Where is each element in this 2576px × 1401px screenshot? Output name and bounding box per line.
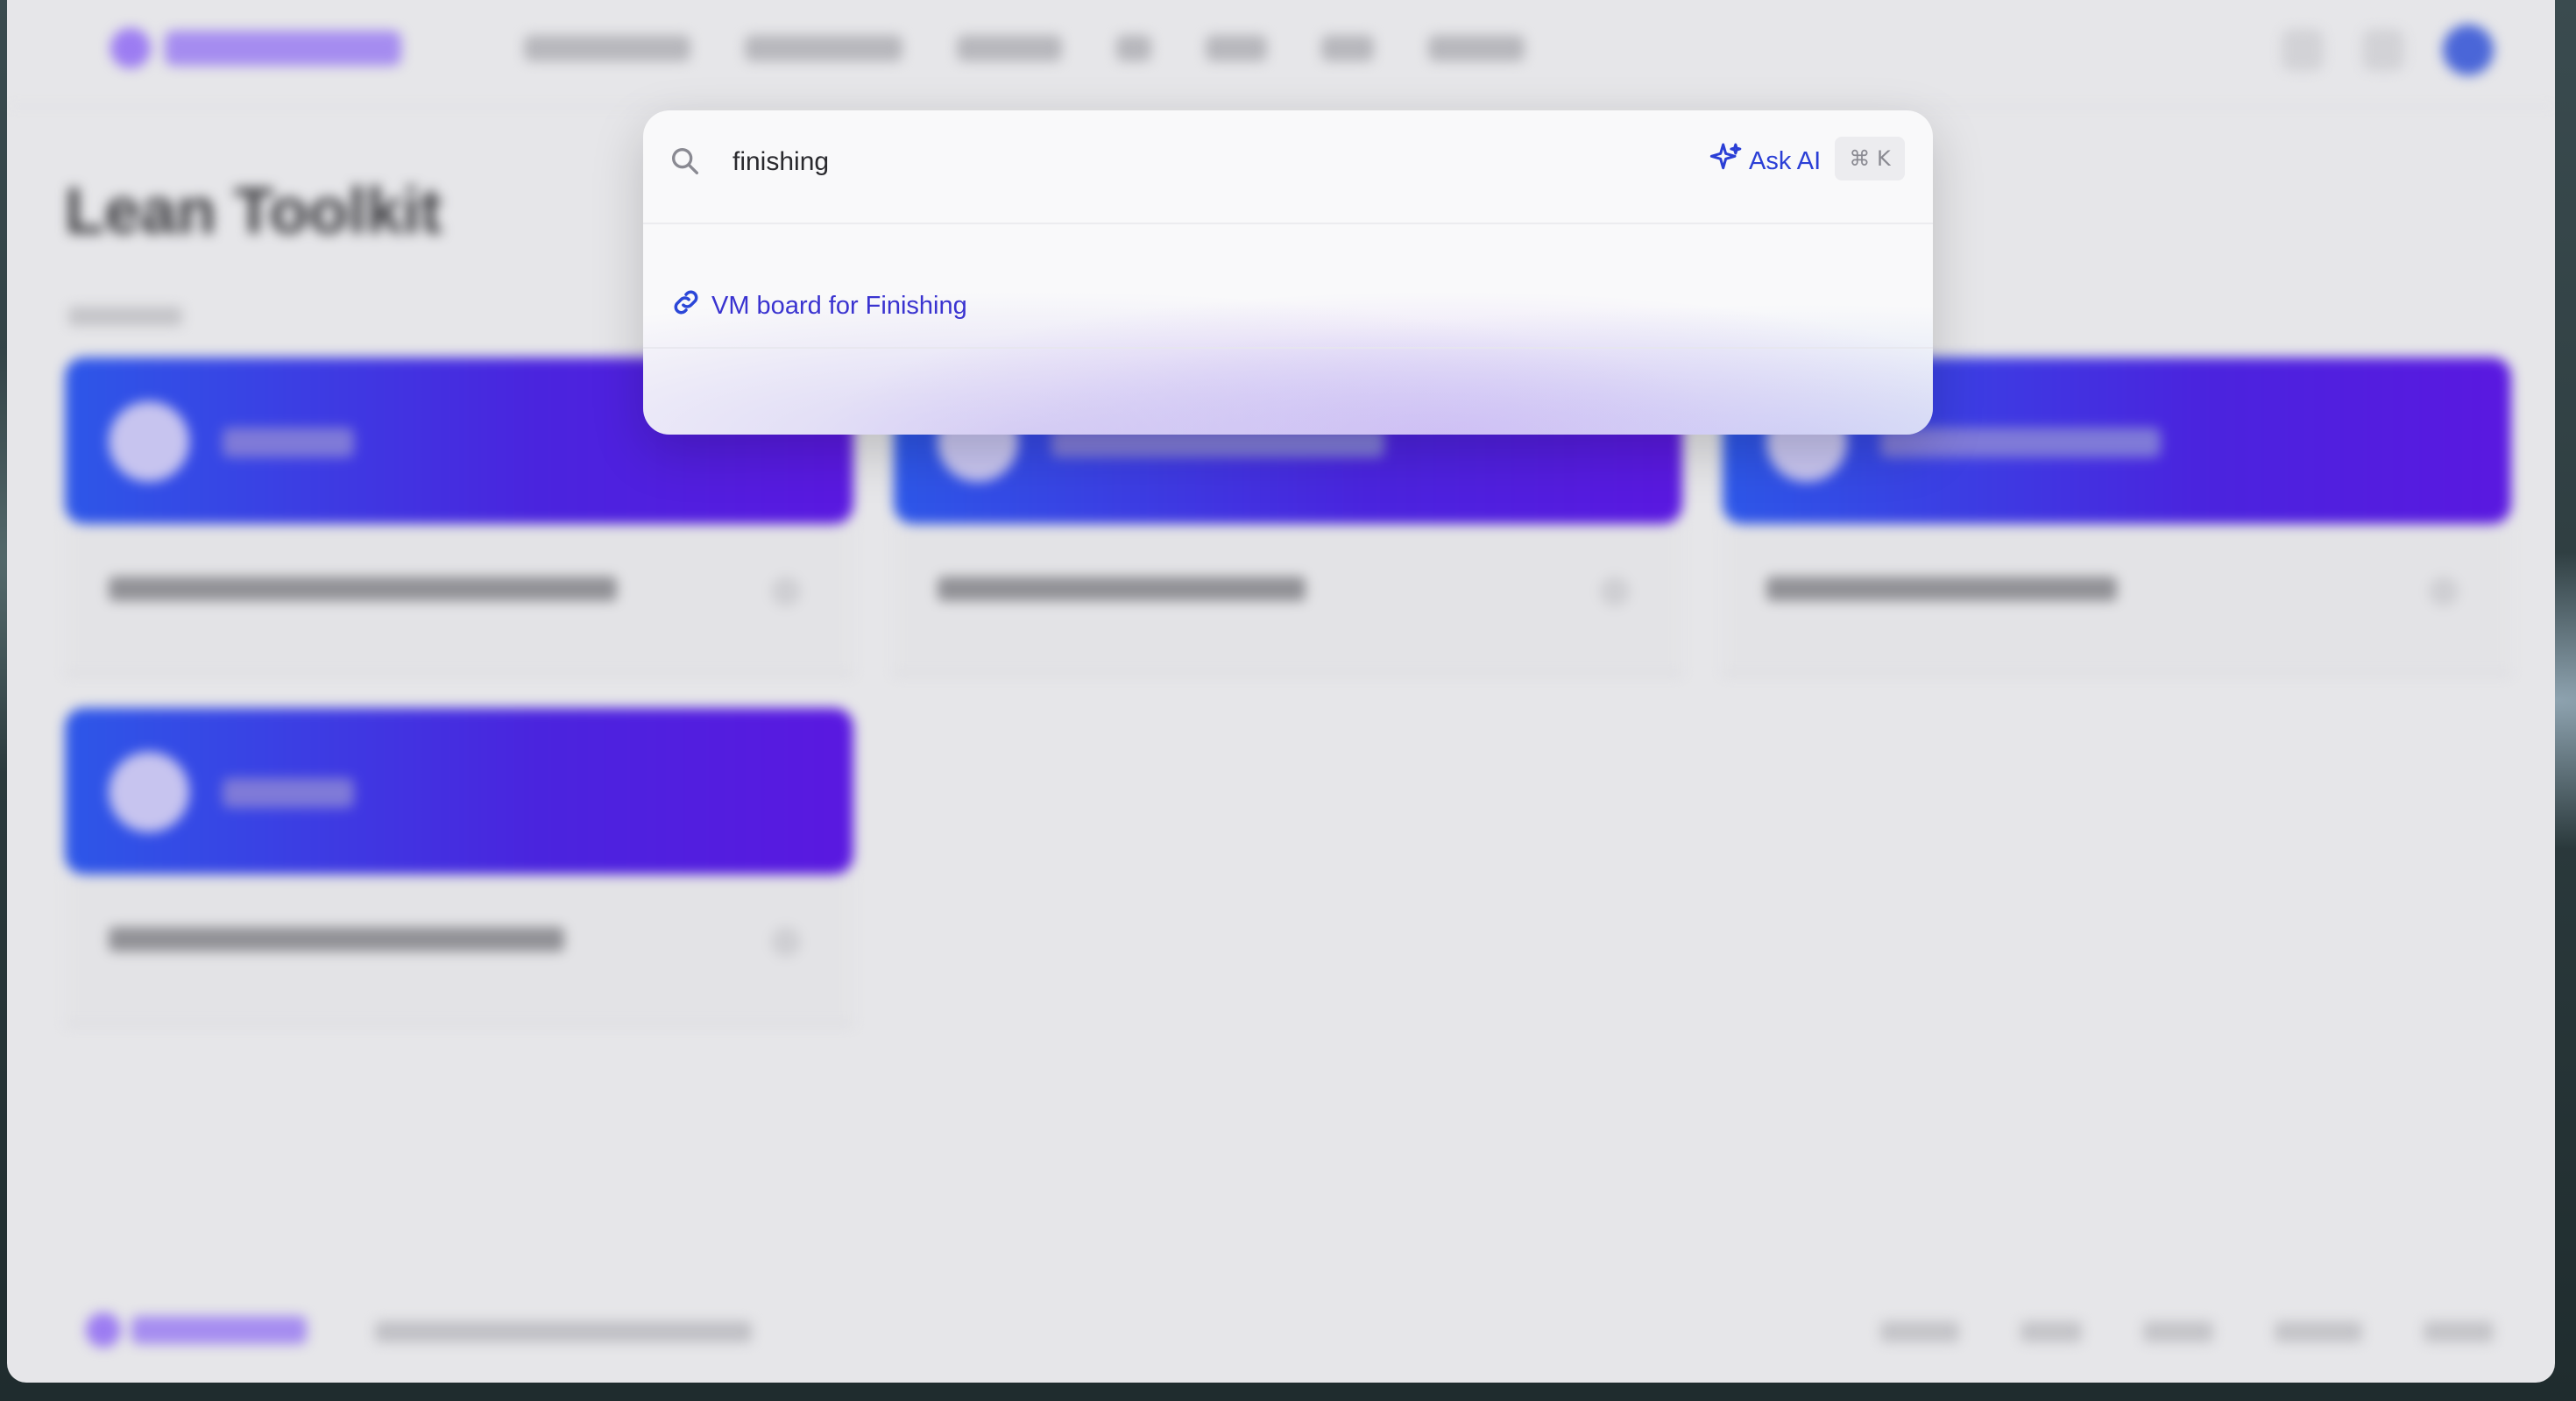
card-icon	[109, 401, 189, 482]
keyboard-shortcut-badge: ⌘ K	[1835, 137, 1905, 180]
footer-link	[2424, 1321, 2494, 1342]
palette-glow	[643, 251, 1933, 435]
brand-logo	[110, 28, 401, 68]
section-label	[68, 307, 182, 326]
chevron-right-icon	[771, 927, 801, 957]
footer-links	[1880, 1321, 2494, 1342]
divider	[643, 347, 1933, 349]
footer-copyright	[375, 1321, 752, 1342]
ask-ai-button[interactable]: Ask AI	[1709, 140, 1821, 182]
search-result-label: VM board for Finishing	[711, 291, 967, 320]
search-row: Ask AI ⌘ K	[643, 110, 1933, 224]
settings-icon	[2362, 29, 2404, 71]
tool-card	[65, 708, 853, 1026]
footer-link	[2143, 1321, 2213, 1342]
link-icon	[669, 286, 703, 326]
nav-item	[1321, 35, 1374, 61]
header-actions	[2282, 25, 2494, 75]
sparkle-icon	[1709, 140, 1744, 182]
nav-item	[524, 35, 690, 61]
search-result-item[interactable]: VM board for Finishing	[669, 286, 967, 326]
footer-link	[2275, 1321, 2362, 1342]
footer	[7, 1297, 2555, 1367]
nav-item	[1428, 35, 1525, 61]
search-input[interactable]	[732, 140, 1609, 184]
ask-ai-label: Ask AI	[1749, 146, 1822, 175]
avatar	[2443, 25, 2494, 75]
page-title: Lean Toolkit	[65, 174, 442, 247]
chevron-right-icon	[771, 577, 801, 606]
search-palette: Ask AI ⌘ K VM board for Finishing	[643, 110, 1933, 435]
main-nav	[524, 35, 1525, 61]
nav-item	[1116, 35, 1151, 61]
logo-wordmark	[165, 31, 401, 66]
app-window: Lean Toolkit finishing Ask AI ⌘ K VM boa…	[7, 0, 2555, 1383]
footer-link	[1880, 1321, 1959, 1342]
search-icon	[668, 144, 703, 179]
chevron-right-icon	[1600, 577, 1630, 606]
help-icon	[2282, 29, 2324, 71]
nav-item	[745, 35, 902, 61]
chevron-right-icon	[2429, 577, 2459, 606]
logo-mark-icon	[86, 1313, 121, 1348]
footer-logo	[86, 1313, 307, 1348]
nav-item	[1206, 35, 1267, 61]
logo-mark-icon	[110, 28, 151, 68]
nav-item	[957, 35, 1062, 61]
top-navbar	[7, 0, 2555, 107]
card-icon	[109, 752, 189, 832]
footer-link	[2020, 1321, 2082, 1342]
